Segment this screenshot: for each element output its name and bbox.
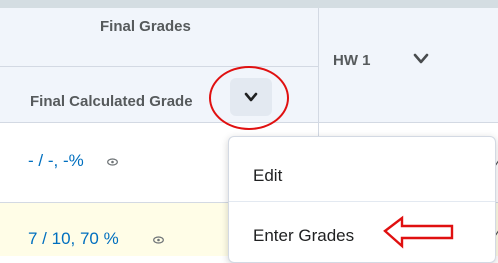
grade-value-link[interactable]: - / -, -%: [28, 151, 84, 171]
menu-item-enter-grades[interactable]: Enter Grades: [253, 226, 354, 246]
top-strip: [0, 0, 498, 8]
eye-icon: [153, 236, 164, 244]
header-divider: [0, 66, 318, 67]
menu-divider: [229, 201, 495, 202]
highlight-circle: [209, 66, 289, 130]
grade-value-link[interactable]: 7 / 10, 70 %: [28, 229, 119, 249]
final-calculated-grade-label[interactable]: Final Calculated Grade: [30, 93, 193, 110]
pointer-arrow: [383, 215, 454, 249]
final-grades-title: Final Grades: [100, 18, 191, 35]
hw1-column-label[interactable]: HW 1: [333, 52, 371, 69]
chevron-down-icon[interactable]: [412, 52, 430, 66]
eye-icon: [107, 158, 118, 166]
menu-item-edit[interactable]: Edit: [253, 166, 282, 186]
